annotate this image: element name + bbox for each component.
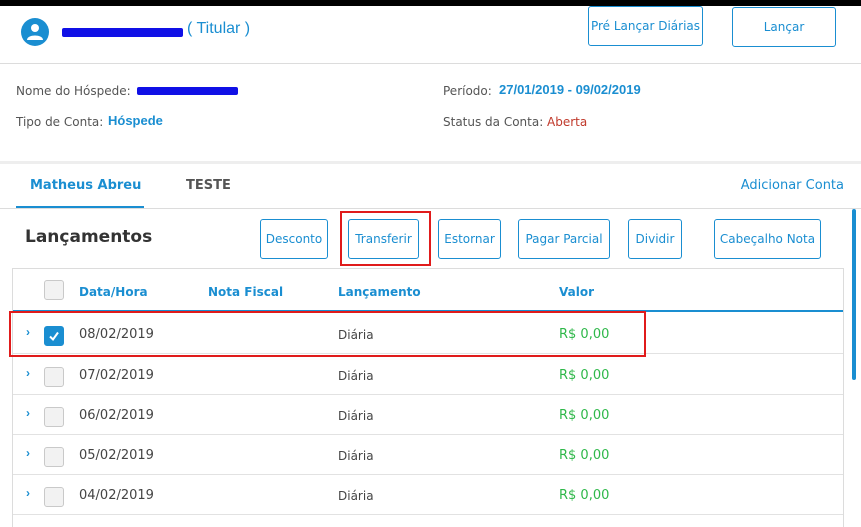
table-header: Data/Hora Nota Fiscal Lançamento Valor <box>13 269 843 312</box>
desconto-button[interactable]: Desconto <box>260 219 328 259</box>
row-date: 06/02/2019 <box>79 408 154 423</box>
redacted-guest-name <box>137 87 238 95</box>
account-status-value: Aberta <box>547 115 588 129</box>
row-valor: R$ 0,00 <box>559 408 610 423</box>
expand-chevron-icon[interactable]: › <box>26 446 30 460</box>
section-title: Lançamentos <box>25 227 153 247</box>
row-date: 05/02/2019 <box>79 448 154 463</box>
row-checkbox[interactable] <box>44 487 64 507</box>
user-avatar-icon <box>21 18 49 46</box>
column-header-valor: Valor <box>559 285 595 299</box>
account-type-value: Hóspede <box>108 113 163 128</box>
row-valor: R$ 0,00 <box>559 368 610 383</box>
tabs-divider <box>0 208 861 209</box>
table-row[interactable]: › 05/02/2019 Diária R$ 0,00 <box>13 435 843 475</box>
scrollbar-thumb[interactable] <box>852 209 856 380</box>
row-lancamento: Diária <box>338 489 374 503</box>
select-all-checkbox[interactable] <box>44 280 64 300</box>
row-date: 07/02/2019 <box>79 368 154 383</box>
table-row[interactable]: › 06/02/2019 Diária R$ 0,00 <box>13 395 843 435</box>
add-account-link[interactable]: Adicionar Conta <box>741 178 844 193</box>
column-header-lancamento: Lançamento <box>338 285 421 299</box>
row-valor: R$ 0,00 <box>559 488 610 503</box>
estornar-button[interactable]: Estornar <box>438 219 501 259</box>
expand-chevron-icon[interactable]: › <box>26 366 30 380</box>
table-row[interactable]: › 04/02/2019 Diária R$ 0,00 <box>13 475 843 515</box>
lancar-button[interactable]: Lançar <box>732 7 836 47</box>
row-checkbox[interactable] <box>44 407 64 427</box>
row-checkbox[interactable] <box>44 447 64 467</box>
pre-lancar-diarias-button[interactable]: Pré Lançar Diárias <box>588 6 703 46</box>
row-lancamento: Diária <box>338 449 374 463</box>
table-row[interactable]: › 07/02/2019 Diária R$ 0,00 <box>13 355 843 395</box>
account-status-label: Status da Conta: <box>443 115 544 129</box>
column-header-nota-fiscal: Nota Fiscal <box>208 285 284 299</box>
row-lancamento: Diária <box>338 369 374 383</box>
dividir-button[interactable]: Dividir <box>628 219 682 259</box>
period-label: Período: <box>443 84 492 98</box>
tab-teste[interactable]: TESTE <box>186 178 231 193</box>
account-type-label: Tipo de Conta: <box>16 115 104 129</box>
cabecalho-nota-button[interactable]: Cabeçalho Nota <box>714 219 821 259</box>
account-info: Nome do Hóspede: Tipo de Conta: Hóspede … <box>0 64 861 160</box>
holder-role-label: ( Titular ) <box>187 20 251 37</box>
transferir-highlight-box <box>340 211 431 266</box>
expand-chevron-icon[interactable]: › <box>26 486 30 500</box>
entries-table: Data/Hora Nota Fiscal Lançamento Valor ›… <box>12 268 844 527</box>
row-checkbox[interactable] <box>44 367 64 387</box>
period-value: 27/01/2019 - 09/02/2019 <box>499 82 641 97</box>
column-header-data-hora: Data/Hora <box>79 285 148 299</box>
tab-matheus-abreu[interactable]: Matheus Abreu <box>30 178 141 193</box>
account-header: ( Titular ) Pré Lançar Diárias Lançar <box>0 6 861 62</box>
expand-chevron-icon[interactable]: › <box>26 406 30 420</box>
guest-name-label: Nome do Hóspede: <box>16 84 131 98</box>
row-date: 04/02/2019 <box>79 488 154 503</box>
row-valor: R$ 0,00 <box>559 448 610 463</box>
redacted-holder-name <box>62 28 183 37</box>
account-tabs: Matheus Abreu TESTE Adicionar Conta <box>0 164 861 209</box>
pagar-parcial-button[interactable]: Pagar Parcial <box>518 219 610 259</box>
row-lancamento: Diária <box>338 409 374 423</box>
selected-row-highlight-box <box>9 311 646 357</box>
